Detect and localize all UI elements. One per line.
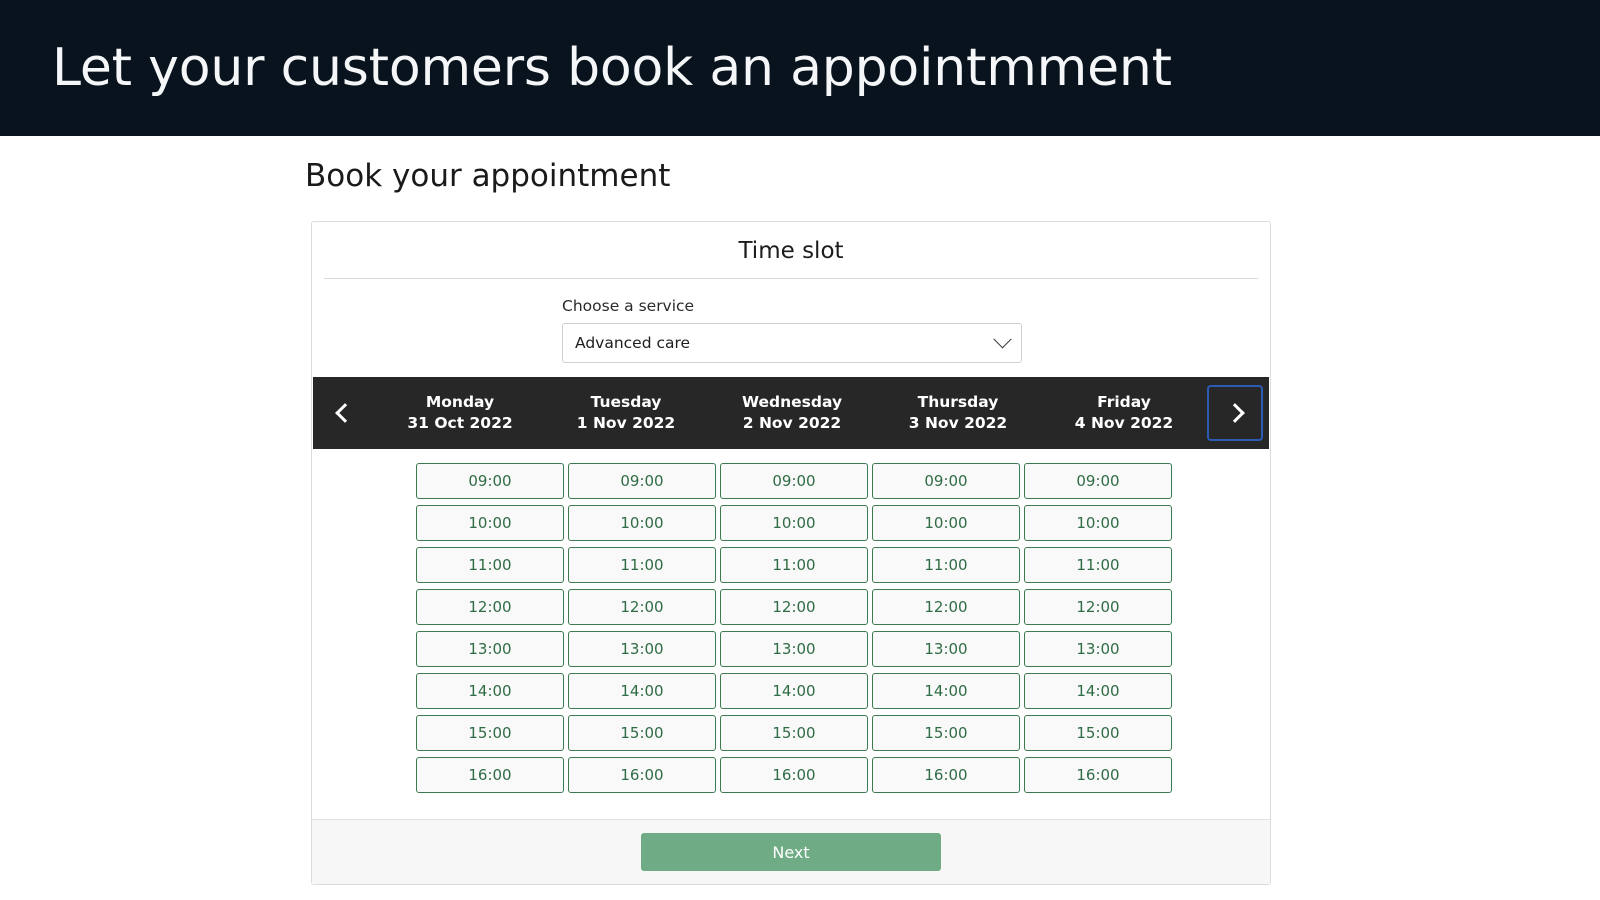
day-navigation-bar: Monday 31 Oct 2022 Tuesday 1 Nov 2022 Wednes…	[313, 377, 1269, 450]
time-slot-button[interactable]: 11:00	[568, 547, 716, 584]
time-slot-column: 09:00 10:00 11:00 12:00 13:00 14:00 15:00 16:00	[1024, 463, 1172, 794]
time-slot-button[interactable]: 09:00	[416, 463, 564, 500]
time-slot-button[interactable]: 10:00	[416, 505, 564, 542]
time-slot-button[interactable]: 12:00	[872, 589, 1020, 626]
time-slot-button[interactable]: 15:00	[872, 715, 1020, 752]
day-column: Monday 31 Oct 2022	[377, 392, 543, 434]
booking-card: Time slot Choose a service Advanced care…	[311, 221, 1271, 886]
time-slot-button[interactable]: 13:00	[872, 631, 1020, 668]
day-name: Tuesday	[590, 393, 662, 412]
day-name: Monday	[425, 393, 495, 412]
time-slot-button[interactable]: 11:00	[720, 547, 868, 584]
time-slot-button[interactable]: 12:00	[416, 589, 564, 626]
day-date: 2 Nov 2022	[742, 414, 842, 433]
time-slot-column: 09:00 10:00 11:00 12:00 13:00 14:00 15:00 16:00	[720, 463, 868, 794]
card-title: Time slot	[738, 238, 844, 265]
service-block: Choose a service Advanced care	[312, 279, 1270, 377]
time-slot-column: 09:00 10:00 11:00 12:00 13:00 14:00 15:00 16:00	[416, 463, 564, 794]
time-slot-button[interactable]: 09:00	[720, 463, 868, 500]
next-week-button[interactable]	[1207, 385, 1263, 442]
service-label: Choose a service	[562, 297, 695, 316]
time-slot-button[interactable]: 16:00	[872, 757, 1020, 794]
time-slot-button[interactable]: 15:00	[1024, 715, 1172, 752]
day-name: Friday	[1097, 393, 1151, 412]
time-slot-button[interactable]: 09:00	[1024, 463, 1172, 500]
time-slot-button[interactable]: 14:00	[1024, 673, 1172, 710]
time-slot-button[interactable]: 14:00	[568, 673, 716, 710]
day-columns: Monday 31 Oct 2022 Tuesday 1 Nov 2022 Wednes…	[377, 377, 1207, 449]
slots-wrap: 09:00 10:00 11:00 12:00 13:00 14:00 15:00 16:00…	[312, 449, 1270, 819]
time-slot-button[interactable]: 16:00	[416, 757, 564, 794]
time-slot-button[interactable]: 12:00	[720, 589, 868, 626]
time-slot-button[interactable]: 16:00	[720, 757, 868, 794]
time-slot-button[interactable]: 11:00	[1024, 547, 1172, 584]
time-slot-button[interactable]: 10:00	[568, 505, 716, 542]
time-slot-button[interactable]: 12:00	[1024, 589, 1172, 626]
day-column: Wednesday 2 Nov 2022	[709, 392, 875, 434]
time-slot-button[interactable]: 13:00	[568, 631, 716, 668]
time-slot-button[interactable]: 11:00	[872, 547, 1020, 584]
day-date: 1 Nov 2022	[576, 414, 676, 433]
day-column: Friday 4 Nov 2022	[1041, 392, 1207, 434]
time-slot-button[interactable]: 11:00	[416, 547, 564, 584]
time-slot-button[interactable]: 16:00	[568, 757, 716, 794]
time-slot-button[interactable]: 16:00	[1024, 757, 1172, 794]
time-slot-button[interactable]: 15:00	[568, 715, 716, 752]
time-slot-button[interactable]: 13:00	[1024, 631, 1172, 668]
chevron-down-icon	[993, 329, 1012, 349]
day-name: Wednesday	[741, 393, 843, 412]
time-slot-button[interactable]: 09:00	[872, 463, 1020, 500]
time-slot-button[interactable]: 13:00	[720, 631, 868, 668]
site-header: Let your customers book an appointmment	[0, 0, 1600, 136]
day-date: 31 Oct 2022	[407, 414, 513, 433]
chevron-right-icon	[1225, 403, 1245, 424]
time-slot-button[interactable]: 14:00	[872, 673, 1020, 710]
time-slot-button[interactable]: 15:00	[416, 715, 564, 752]
time-slot-button[interactable]: 15:00	[720, 715, 868, 752]
chevron-left-icon	[335, 403, 355, 424]
card-body: Time slot Choose a service Advanced care…	[312, 222, 1270, 819]
time-slot-button[interactable]: 10:00	[720, 505, 868, 542]
time-slot-button[interactable]: 12:00	[568, 589, 716, 626]
time-slot-button[interactable]: 10:00	[1024, 505, 1172, 542]
time-slot-column: 09:00 10:00 11:00 12:00 13:00 14:00 15:00 16:00	[872, 463, 1020, 794]
time-slot-button[interactable]: 14:00	[416, 673, 564, 710]
day-column: Thursday 3 Nov 2022	[875, 392, 1041, 434]
service-select[interactable]: Advanced care	[562, 323, 1022, 364]
day-date: 3 Nov 2022	[908, 414, 1008, 433]
time-slot-column: 09:00 10:00 11:00 12:00 13:00 14:00 15:00 16:00	[568, 463, 716, 794]
site-header-title: Let your customers book an appointmment	[52, 38, 1172, 98]
page-body: Book your appointment Time slot Choose a…	[0, 136, 1600, 886]
page-title: Book your appointment	[305, 158, 671, 194]
card-footer: Next	[312, 819, 1270, 885]
prev-week-button[interactable]	[313, 377, 377, 449]
time-slot-button[interactable]: 09:00	[568, 463, 716, 500]
day-name: Thursday	[917, 393, 999, 412]
next-button[interactable]: Next	[641, 833, 941, 872]
time-slot-button[interactable]: 13:00	[416, 631, 564, 668]
service-select-value: Advanced care	[575, 334, 691, 353]
time-slots-grid: 09:00 10:00 11:00 12:00 13:00 14:00 15:00 16:00…	[416, 463, 1270, 794]
day-date: 4 Nov 2022	[1074, 414, 1174, 433]
time-slot-button[interactable]: 14:00	[720, 673, 868, 710]
day-column: Tuesday 1 Nov 2022	[543, 392, 709, 434]
time-slot-button[interactable]: 10:00	[872, 505, 1020, 542]
